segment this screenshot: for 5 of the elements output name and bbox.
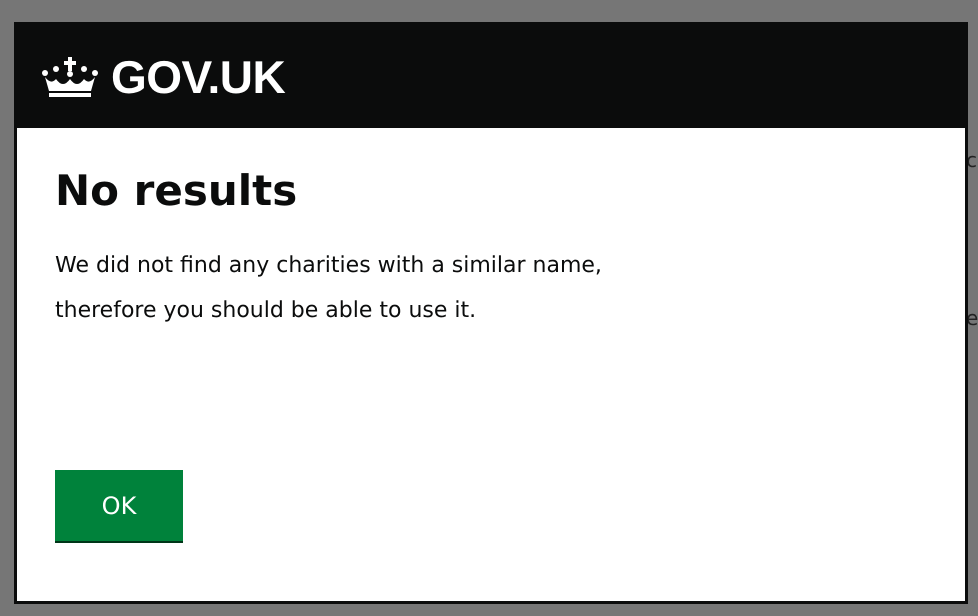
ok-button[interactable]: OK xyxy=(55,470,183,541)
crown-icon xyxy=(39,54,101,98)
dialog-title: No results xyxy=(55,166,298,215)
dialog-message: We did not find any charities with a similar name, therefore you should be able to use it. xyxy=(55,252,603,325)
gov-uk-logo-text: GOV.UK xyxy=(111,50,286,104)
